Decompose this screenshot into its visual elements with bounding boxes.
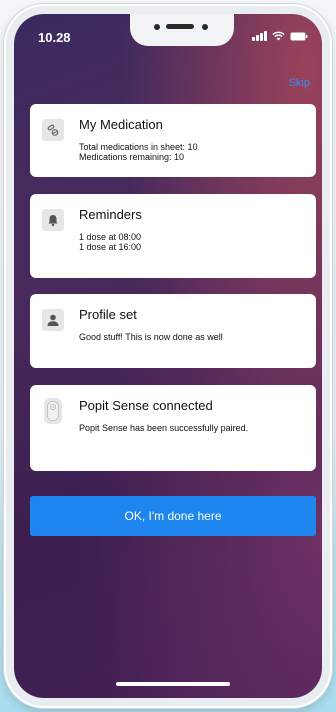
status-time: 10.28 (38, 30, 71, 45)
card-line: Good stuff! This is now done as well (79, 332, 223, 342)
card-body: Good stuff! This is now done as well (79, 332, 223, 342)
card-title: Reminders (79, 207, 142, 222)
card-line: Total medications in sheet: 10 (79, 142, 198, 152)
device-notch (130, 14, 234, 46)
card-line: Popit Sense has been successfully paired… (79, 423, 249, 433)
card-title: Popit Sense connected (79, 398, 213, 413)
sensor-dot (154, 24, 160, 30)
profile-card[interactable]: Profile set Good stuff! This is now done… (30, 294, 316, 368)
medication-card[interactable]: My Medication Total medications in sheet… (30, 104, 316, 177)
home-indicator[interactable] (116, 682, 230, 686)
card-line: 1 dose at 16:00 (79, 242, 142, 252)
card-title: My Medication (79, 117, 163, 132)
card-body: 1 dose at 08:00 1 dose at 16:00 (79, 232, 141, 252)
skip-link[interactable]: Skip (289, 77, 310, 89)
card-body: Popit Sense has been successfully paired… (79, 423, 248, 433)
pills-icon (42, 119, 64, 141)
card-body: Total medications in sheet: 10 Medicatio… (79, 142, 198, 162)
app-screen: 10.28 Skip My Medication Total medicatio… (14, 14, 322, 698)
done-button[interactable]: OK, I'm done here (30, 496, 316, 536)
status-icons (252, 31, 308, 41)
battery-icon (290, 32, 308, 41)
device-card[interactable]: Popit Sense connected Popit Sense has be… (30, 385, 316, 471)
card-line: 1 dose at 08:00 (79, 232, 142, 242)
wifi-icon (272, 31, 285, 41)
card-line: Medications remaining: 10 (79, 152, 185, 162)
device-icon (44, 398, 62, 424)
camera-dot (202, 24, 208, 30)
bell-icon (42, 209, 64, 231)
card-title: Profile set (79, 307, 137, 322)
person-icon (42, 309, 64, 331)
signal-icon (252, 31, 267, 41)
speaker-grille (166, 24, 194, 29)
reminders-card[interactable]: Reminders 1 dose at 08:00 1 dose at 16:0… (30, 194, 316, 278)
